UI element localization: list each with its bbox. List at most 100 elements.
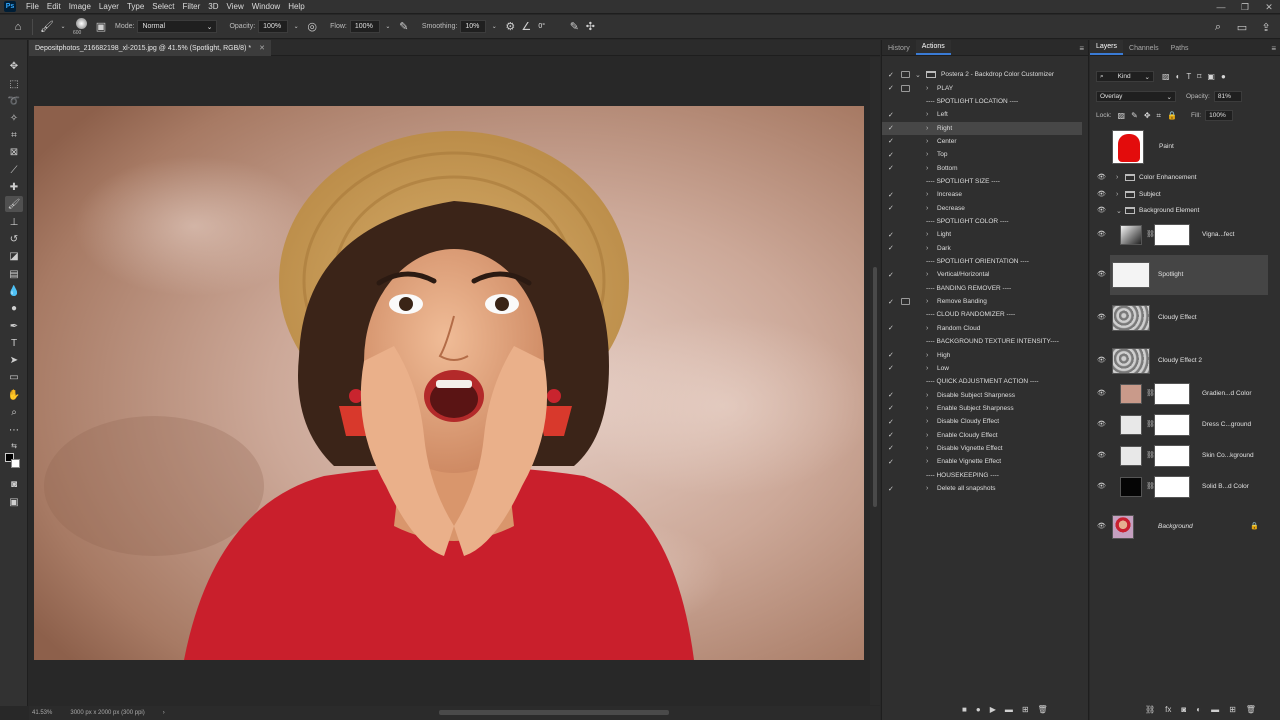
eraser-tool-icon[interactable]: ◪ — [5, 248, 23, 264]
chevron-right-icon[interactable]: › — [926, 432, 928, 439]
angle-icon[interactable]: ∠ — [518, 19, 534, 35]
tab-channels[interactable]: Channels — [1123, 42, 1165, 55]
symmetry-icon[interactable]: ✣ — [582, 19, 598, 35]
action-section-row[interactable]: ---- CLOUD RANDOMIZER ---- — [882, 308, 1082, 321]
layer-name[interactable]: Vigna...fect — [1202, 231, 1234, 238]
layer-mask-thumbnail[interactable] — [1154, 414, 1190, 436]
scrollbar-thumb[interactable] — [873, 267, 877, 507]
chevron-right-icon[interactable]: › — [926, 352, 928, 359]
layer-name[interactable]: Cloudy Effect — [1158, 314, 1197, 321]
add-mask-icon[interactable]: ◙ — [1181, 705, 1186, 714]
visibility-eye-icon[interactable]: 👁 — [1097, 190, 1106, 198]
chevron-right-icon[interactable]: › — [926, 325, 928, 332]
chevron-down-icon[interactable]: ⌄ — [915, 71, 921, 79]
visibility-eye-icon[interactable]: 👁 — [1097, 451, 1106, 459]
airbrush-icon[interactable]: ✎ — [396, 19, 412, 35]
layer-fill-field[interactable]: 100% — [1205, 110, 1234, 121]
layer-thumbnail[interactable] — [1120, 477, 1142, 497]
action-row[interactable]: ✓ › Low — [882, 362, 1082, 375]
layer-name[interactable]: Spotlight — [1158, 271, 1183, 278]
checkmark-icon[interactable]: ✓ — [888, 191, 896, 199]
visibility-eye-icon[interactable]: 👁 — [1097, 313, 1106, 321]
workspace-icon[interactable]: ▭ — [1234, 19, 1250, 35]
checkmark-icon[interactable]: ✓ — [888, 364, 896, 372]
action-row[interactable]: ✓ › Disable Cloudy Effect — [882, 415, 1082, 428]
layer-mask-thumbnail[interactable] — [1154, 476, 1190, 498]
chevron-right-icon[interactable]: › — [1116, 191, 1118, 198]
action-row[interactable]: ✓ › Bottom — [882, 162, 1082, 175]
smoothing-field[interactable]: 10% — [460, 20, 487, 33]
checkmark-icon[interactable]: ✓ — [888, 124, 896, 132]
visibility-eye-icon[interactable]: 👁 — [1097, 173, 1106, 181]
chevron-right-icon[interactable]: › — [926, 445, 928, 452]
tab-history[interactable]: History — [882, 42, 916, 55]
angle-field[interactable]: 0° — [534, 20, 556, 33]
chevron-right-icon[interactable]: › — [926, 485, 928, 492]
visibility-eye-icon[interactable]: 👁 — [1097, 482, 1106, 490]
menu-view[interactable]: View — [223, 2, 248, 11]
action-row[interactable]: ✓ › Left — [882, 108, 1082, 121]
gradient-tool-icon[interactable]: ▤ — [5, 266, 23, 282]
layer-name[interactable]: Skin Co...kground — [1202, 452, 1254, 459]
lock-position-icon[interactable]: ✥ — [1144, 111, 1151, 120]
rectangle-tool-icon[interactable]: ▭ — [5, 369, 23, 385]
action-section-row[interactable]: ---- BACKGROUND TEXTURE INTENSITY---- — [882, 335, 1082, 348]
chevron-right-icon[interactable]: › — [926, 138, 928, 145]
mode-select[interactable]: Normal ⌄ — [137, 20, 218, 33]
chevron-down-icon[interactable]: ⌄ — [1116, 207, 1122, 215]
lock-image-icon[interactable]: ✎ — [1131, 111, 1138, 120]
filter-toggle-icon[interactable]: ● — [1221, 72, 1226, 81]
visibility-eye-icon[interactable]: 👁 — [1097, 389, 1106, 397]
link-layers-icon[interactable]: ⛓ — [1145, 705, 1155, 714]
action-section-row[interactable]: ---- QUICK ADJUSTMENT ACTION ---- — [882, 375, 1082, 388]
layer-thumbnail[interactable] — [1120, 415, 1142, 435]
minimize-icon[interactable]: — — [1214, 2, 1228, 12]
action-row[interactable]: ✓ › Enable Subject Sharpness — [882, 402, 1082, 415]
visibility-eye-icon[interactable]: 👁 — [1097, 230, 1106, 238]
gear-icon[interactable]: ⚙ — [502, 19, 518, 35]
panel-menu-icon[interactable]: ≡ — [1271, 44, 1276, 53]
lock-artboard-icon[interactable]: ⌗ — [1157, 111, 1162, 121]
chevron-right-icon[interactable]: › — [926, 458, 928, 465]
crop-tool-icon[interactable]: ⌗ — [5, 127, 23, 143]
checkmark-icon[interactable]: ✓ — [888, 485, 896, 493]
dialog-toggle-icon[interactable] — [901, 298, 910, 306]
new-adjustment-icon[interactable]: ◐ — [1196, 705, 1201, 714]
menu-layer[interactable]: Layer — [95, 2, 123, 11]
menu-select[interactable]: Select — [148, 2, 178, 11]
action-row[interactable]: ✓ › Right — [882, 121, 1082, 135]
menu-filter[interactable]: Filter — [179, 2, 205, 11]
layer-mask-thumbnail[interactable] — [1154, 445, 1190, 467]
action-row[interactable]: ✓ › Light — [882, 228, 1082, 241]
chevron-right-icon[interactable]: › — [926, 271, 928, 278]
menu-file[interactable]: File — [22, 2, 43, 11]
visibility-eye-icon[interactable]: 👁 — [1097, 522, 1106, 530]
dodge-tool-icon[interactable]: ● — [5, 300, 23, 316]
tab-actions[interactable]: Actions — [915, 40, 951, 55]
quick-selection-tool-icon[interactable]: ✧ — [5, 110, 23, 126]
action-row[interactable]: ✓ › Center — [882, 135, 1082, 148]
action-row[interactable]: ✓ › Vertical/Horizontal — [882, 268, 1082, 281]
chevron-right-icon[interactable]: › — [926, 85, 928, 92]
pressure-opacity-icon[interactable]: ◎ — [304, 19, 320, 35]
marquee-tool-icon[interactable]: ⬚ — [5, 76, 23, 92]
menu-image[interactable]: Image — [65, 2, 95, 11]
layer-mask-thumbnail[interactable] — [1154, 383, 1190, 405]
history-brush-tool-icon[interactable]: ↺ — [5, 231, 23, 247]
layer-thumbnail[interactable] — [1112, 262, 1150, 288]
brush-tool-icon[interactable]: 🖌 — [5, 196, 23, 212]
hand-tool-icon[interactable]: ✋ — [5, 387, 23, 403]
lock-all-icon[interactable]: 🔒 — [1167, 111, 1177, 120]
chevron-right-icon[interactable]: › — [926, 392, 928, 399]
layer-thumbnail[interactable] — [1120, 225, 1142, 245]
document-canvas[interactable] — [34, 106, 864, 660]
layer-style-icon[interactable]: fx — [1165, 705, 1171, 714]
quick-mask-icon[interactable]: ◙ — [5, 476, 23, 492]
filter-smart-object-icon[interactable]: ▣ — [1207, 72, 1215, 81]
stop-icon[interactable]: ■ — [962, 705, 967, 714]
chevron-right-icon[interactable]: › — [926, 231, 928, 238]
play-icon[interactable]: ▶ — [990, 705, 996, 714]
layer-name[interactable]: Dress C...ground — [1202, 421, 1251, 428]
new-group-icon[interactable]: ▬ — [1211, 705, 1219, 714]
blur-tool-icon[interactable]: 💧 — [5, 283, 23, 299]
